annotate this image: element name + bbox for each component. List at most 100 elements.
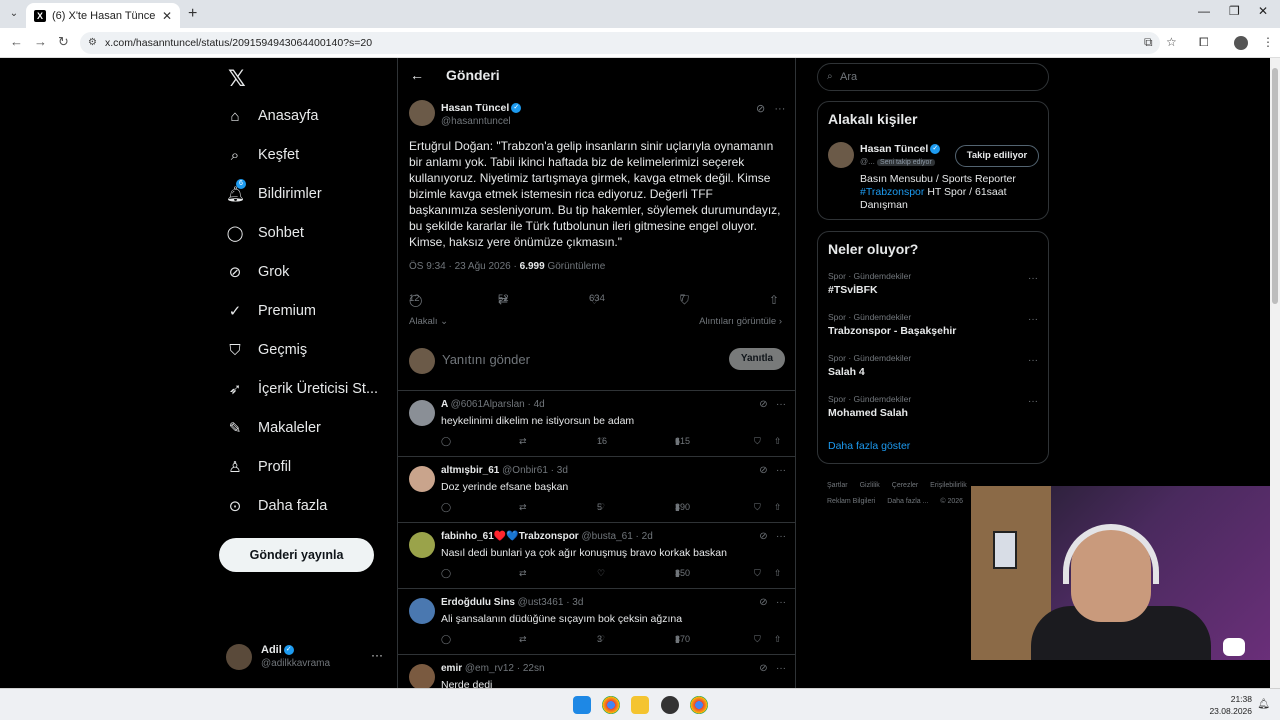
person-name-row[interactable]: Hasan Tüncel ✓: [860, 143, 941, 155]
back-arrow-icon[interactable]: ←: [410, 67, 424, 83]
nav-premium[interactable]: ✓ Premium: [226, 296, 316, 326]
browser-tab[interactable]: X (6) X'te Hasan Tüncel: "Ertuğrul ✕: [26, 3, 180, 28]
grok-icon[interactable]: ⊘: [759, 597, 767, 608]
more-options-icon[interactable]: ···: [776, 597, 786, 608]
reply-author[interactable]: A: [441, 399, 448, 410]
following-button[interactable]: Takip ediliyor: [955, 145, 1039, 167]
nav-home[interactable]: ⌂ Anasayfa: [226, 101, 318, 131]
more-options-icon[interactable]: ···: [371, 648, 383, 662]
nav-explore[interactable]: ⌕ Keşfet: [226, 140, 299, 170]
scrollbar-thumb[interactable]: [1272, 68, 1278, 304]
more-options-icon[interactable]: ···: [1028, 273, 1038, 284]
avatar[interactable]: [409, 598, 435, 624]
obs-icon[interactable]: [661, 696, 679, 714]
footer-link[interactable]: Şartlar: [827, 482, 848, 489]
install-icon[interactable]: ⧉: [1144, 35, 1153, 50]
footer-link[interactable]: Gizlilik: [860, 482, 880, 489]
nav-chat[interactable]: ◯ Sohbet: [226, 218, 304, 248]
show-more-link[interactable]: Daha fazla göster: [828, 440, 910, 452]
close-tab-icon[interactable]: ✕: [162, 9, 172, 23]
nav-articles[interactable]: ✎ Makaleler: [226, 413, 321, 443]
menu-icon[interactable]: ⋮: [1262, 35, 1274, 49]
reply-item[interactable]: altmışbir_61 @Onbir61 · 3d Doz yerinde e…: [398, 457, 795, 523]
more-options-icon[interactable]: ···: [776, 663, 786, 674]
reply-icon[interactable]: ◯: [441, 568, 451, 579]
more-options-icon[interactable]: ···: [776, 399, 786, 410]
related-dropdown[interactable]: Alakalı ⌄: [409, 316, 448, 327]
more-options-icon[interactable]: ···: [1028, 355, 1038, 366]
chrome-icon[interactable]: [602, 696, 620, 714]
more-options-icon[interactable]: ···: [774, 103, 785, 115]
bookmark-icon[interactable]: ⛉: [754, 568, 761, 579]
restore-icon[interactable]: ❐: [1229, 4, 1240, 18]
nav-profile[interactable]: ♙ Profil: [226, 452, 291, 482]
nav-more[interactable]: ⊙ Daha fazla: [226, 491, 328, 521]
avatar[interactable]: [409, 664, 435, 688]
bookmark-icon[interactable]: ⛉: [754, 436, 761, 447]
footer-link[interactable]: Daha fazla ...: [887, 498, 928, 505]
footer-link[interactable]: Çerezler: [892, 482, 918, 489]
reload-icon[interactable]: ↻: [58, 34, 69, 50]
reply-icon[interactable]: ◯: [441, 436, 451, 447]
view-quotes-link[interactable]: Alıntıları görüntüle ›: [699, 316, 782, 327]
grok-icon[interactable]: ⊘: [759, 399, 767, 410]
chrome-active-icon[interactable]: [690, 696, 708, 714]
footer-link[interactable]: Reklam Bilgileri: [827, 498, 875, 505]
grok-icon[interactable]: ⊘: [759, 465, 767, 476]
new-tab-button[interactable]: +: [188, 5, 197, 23]
more-options-icon[interactable]: ···: [1028, 314, 1038, 325]
forward-icon[interactable]: →: [34, 34, 47, 49]
close-window-icon[interactable]: ✕: [1258, 4, 1268, 18]
system-clock[interactable]: 21:38 23.08.2026: [1209, 693, 1252, 717]
nav-bookmarks[interactable]: ⛉ Geçmiş: [226, 335, 307, 365]
reply-submit-button[interactable]: Yanıtla: [729, 348, 785, 370]
hashtag-link[interactable]: #Trabzonspor: [860, 186, 924, 198]
x-logo-icon[interactable]: 𝕏: [228, 66, 246, 92]
retweet-icon[interactable]: ⇄: [519, 502, 527, 513]
avatar[interactable]: [409, 100, 435, 126]
bookmark-star-icon[interactable]: ☆: [1166, 35, 1177, 49]
notification-icon[interactable]: 🔔︎: [1257, 699, 1270, 710]
avatar[interactable]: [409, 532, 435, 558]
back-icon[interactable]: ←: [10, 34, 23, 49]
nav-creator-studio[interactable]: ➶ İçerik Üreticisi St...: [226, 374, 378, 404]
trend-item[interactable]: Spor · Gündemdekiler #TSvİBFK ···: [818, 267, 1048, 308]
reply-author[interactable]: emir: [441, 663, 462, 674]
nav-grok[interactable]: ⊘ Grok: [226, 257, 290, 287]
retweet-icon[interactable]: ⇄: [519, 634, 527, 645]
reply-author[interactable]: fabinho_61♥️💙Trabzonspor: [441, 531, 579, 542]
grok-icon[interactable]: ⊘: [759, 531, 767, 542]
account-switcher[interactable]: Adil ✓ @adilkkavrama ···: [226, 642, 386, 672]
retweet-icon[interactable]: ⇄: [519, 436, 527, 447]
reply-input[interactable]: Yanıtını gönder: [442, 352, 530, 367]
reply-item[interactable]: A @6061Alparslan · 4d heykelinimi dikeli…: [398, 391, 795, 457]
bookmark-icon[interactable]: ⛉: [754, 502, 761, 513]
address-bar[interactable]: ⚙ x.com/hasanntuncel/status/209159494306…: [80, 32, 1160, 54]
trend-item[interactable]: Spor · Gündemdekiler Mohamed Salah ···: [818, 390, 1048, 431]
reply-author[interactable]: altmışbir_61: [441, 465, 499, 476]
post-button[interactable]: Gönderi yayınla: [219, 538, 374, 572]
search-input[interactable]: ⌕ Ara: [817, 63, 1049, 91]
tweet-time[interactable]: ÖS 9:34 · 23 Ağu 2026 ·: [409, 261, 520, 272]
avatar[interactable]: [828, 142, 854, 168]
page-scrollbar[interactable]: [1270, 58, 1280, 688]
avatar[interactable]: [409, 400, 435, 426]
grok-icon[interactable]: ⊘: [759, 663, 767, 674]
retweet-icon[interactable]: ⇄: [519, 568, 527, 579]
reply-icon[interactable]: ◯: [441, 634, 451, 645]
windows-start-icon[interactable]: [573, 696, 591, 714]
reply-icon[interactable]: ◯: [441, 502, 451, 513]
tab-search-icon[interactable]: ⌄: [6, 6, 22, 22]
share-icon[interactable]: ⇧: [774, 634, 782, 645]
more-options-icon[interactable]: ···: [1028, 396, 1038, 407]
share-icon[interactable]: ⇧: [774, 436, 782, 447]
profile-avatar[interactable]: [1234, 36, 1248, 50]
footer-link[interactable]: Erişilebilirlik: [930, 482, 967, 489]
reply-author[interactable]: Erdoğdulu Sins: [441, 597, 515, 608]
reply-item[interactable]: fabinho_61♥️💙Trabzonspor @busta_61 · 2d …: [398, 523, 795, 589]
extensions-icon[interactable]: ⧠: [1199, 35, 1209, 50]
trend-item[interactable]: Spor · Gündemdekiler Trabzonspor - Başak…: [818, 308, 1048, 349]
minimize-icon[interactable]: —: [1198, 4, 1210, 18]
more-options-icon[interactable]: ···: [776, 465, 786, 476]
share-icon[interactable]: ⇧: [774, 568, 782, 579]
